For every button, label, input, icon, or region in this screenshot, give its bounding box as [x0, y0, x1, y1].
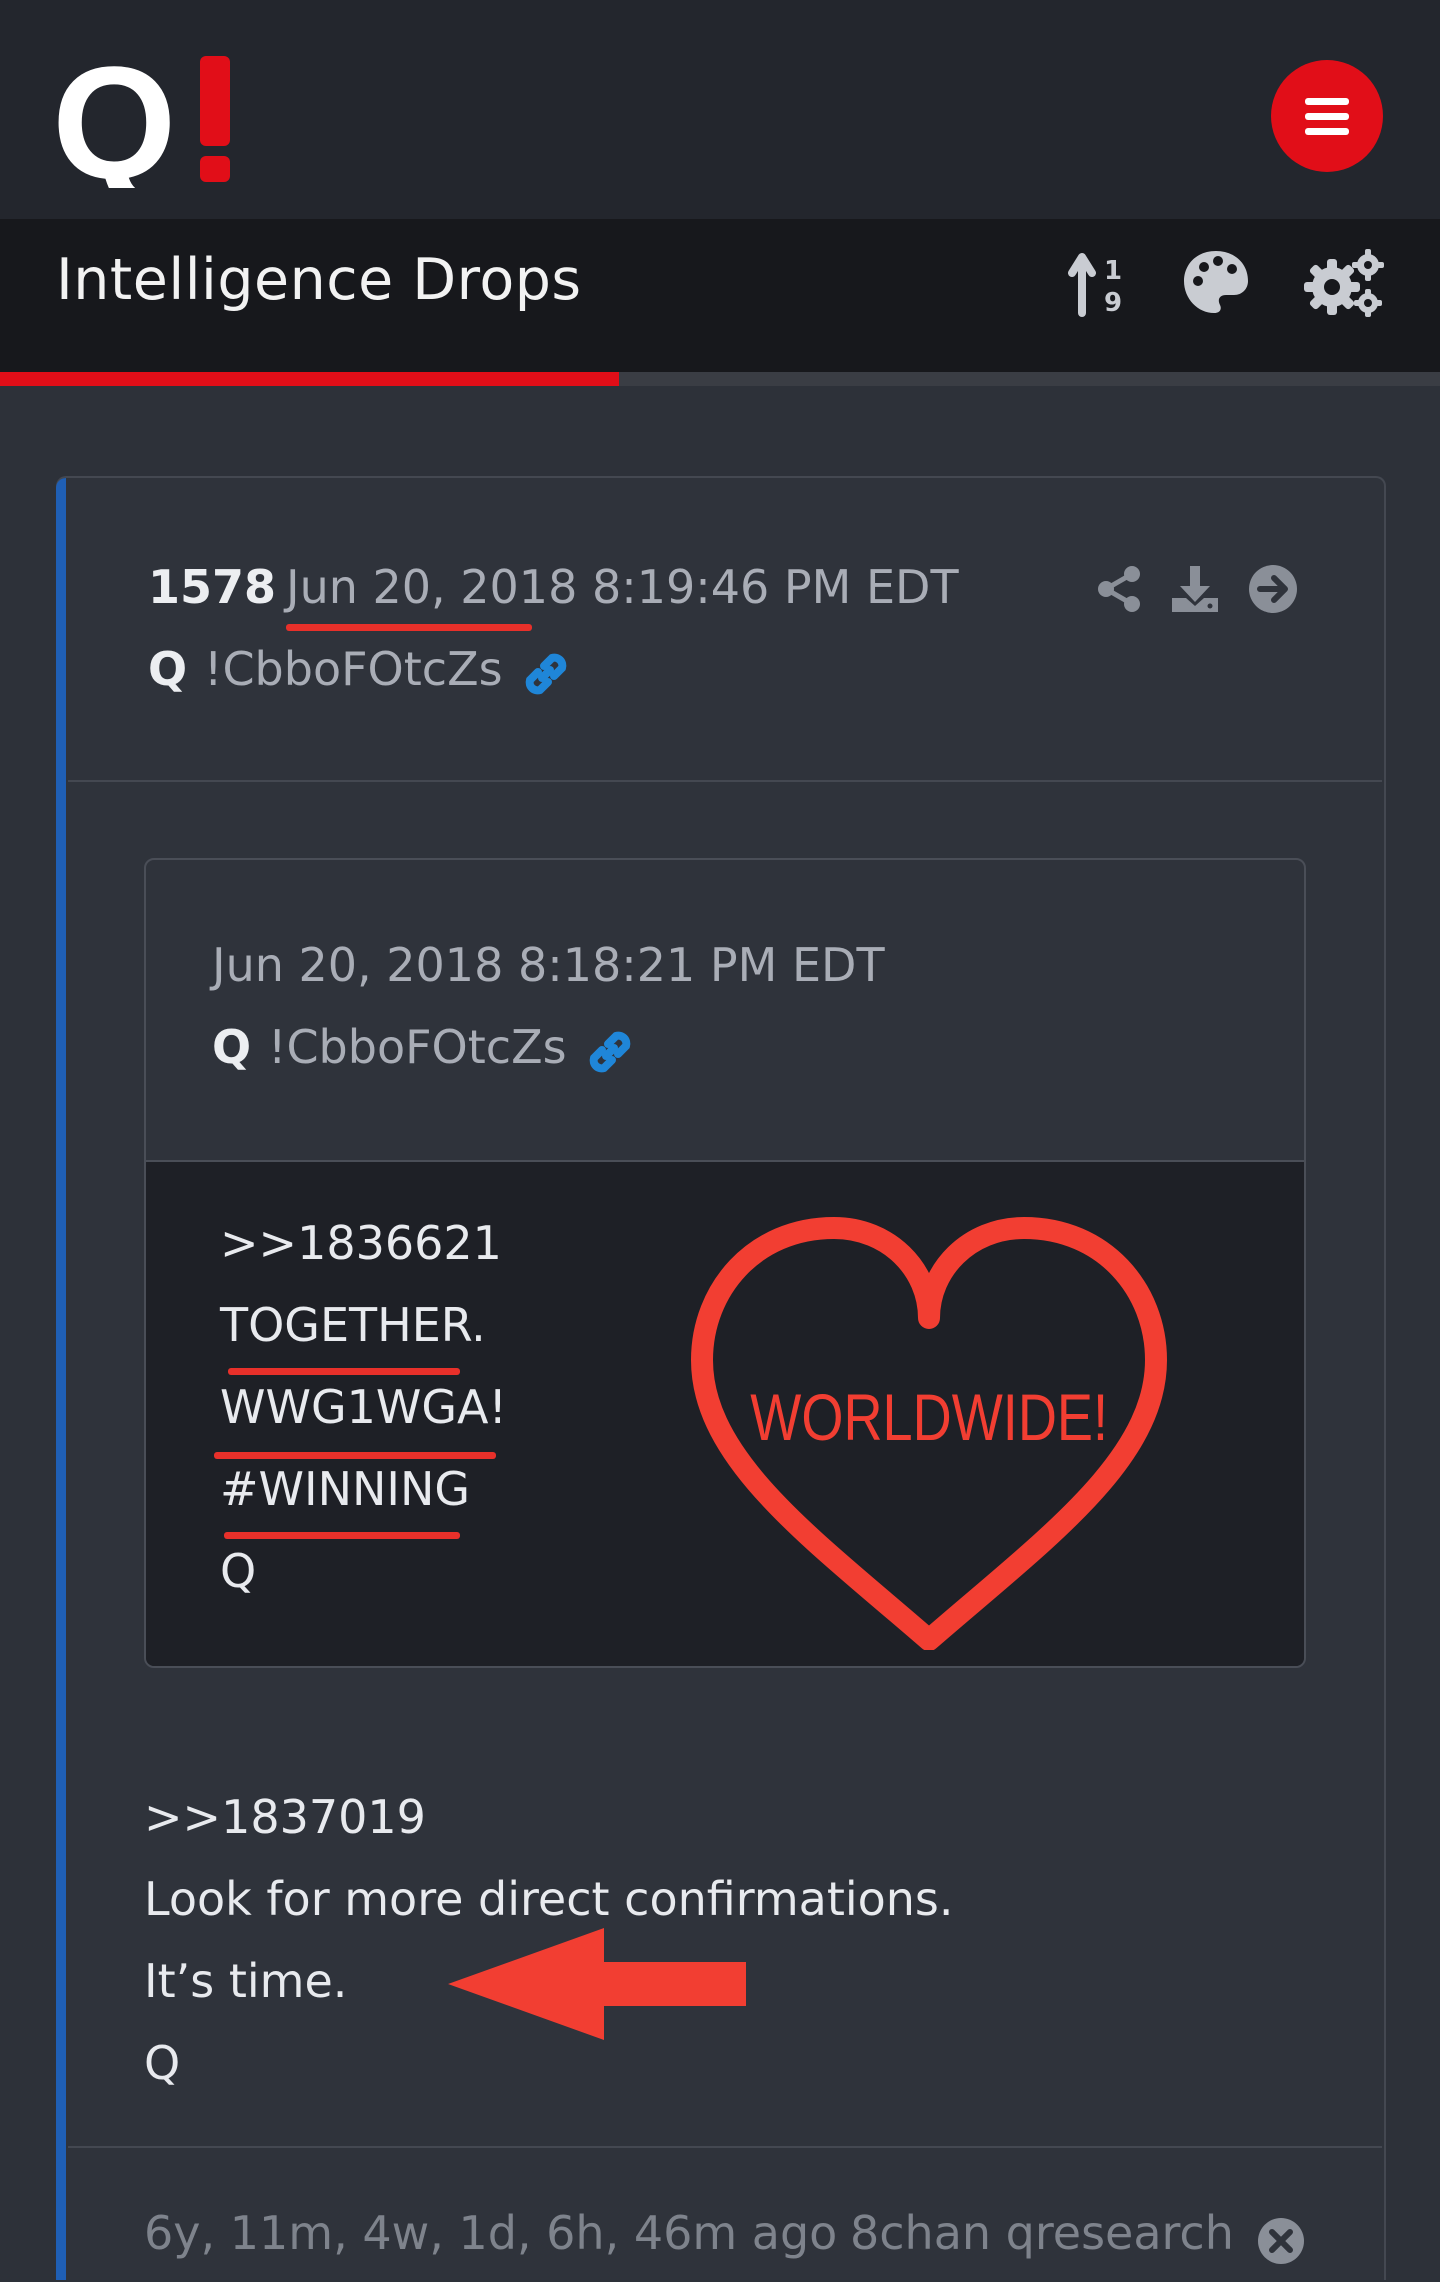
progress-fill — [0, 372, 620, 386]
hamburger-menu-icon — [1305, 94, 1349, 139]
download-icon[interactable] — [1168, 562, 1222, 616]
arrow-circle-right-icon[interactable] — [1246, 562, 1300, 616]
drop-author: Q — [148, 642, 188, 696]
drop-number: 1578 — [148, 560, 277, 614]
svg-text:9: 9 — [1104, 288, 1122, 318]
drop-header: 1578 Jun 20, 2018 8:19:46 PM EDT Q !Cbbo… — [68, 478, 1382, 782]
quoted-drop: Jun 20, 2018 8:18:21 PM EDT Q !CbboFOtcZ… — [144, 858, 1306, 1668]
drop-date: Jun 20, 2018 8:19:46 PM EDT — [286, 560, 959, 614]
message-line-reference[interactable]: >>1837019 — [144, 1790, 426, 1844]
quoted-line-signature: Q — [220, 1544, 257, 1598]
svg-text:1: 1 — [1104, 256, 1122, 286]
annotation-arrow — [448, 1928, 746, 2040]
card-accent-bar — [56, 478, 66, 2280]
drop-source[interactable]: 8chan qresearch — [850, 2206, 1234, 2260]
drop-age: 6y, 11m, 4w, 1d, 6h, 46m ago — [144, 2206, 838, 2260]
quoted-drop-author: Q — [212, 1020, 252, 1074]
drop-tripcode: !CbboFOtcZs — [204, 642, 503, 696]
q-logo[interactable]: Q — [52, 48, 242, 188]
worldwide-heart-image: WORLDWIDE! — [691, 1217, 1167, 1650]
quoted-line-together: TOGETHER. — [220, 1298, 486, 1352]
quoted-drop-body: >>1836621 TOGETHER. WWG1WGA! #WINNING Q … — [146, 1162, 1304, 1666]
close-circle-icon[interactable] — [1256, 2216, 1306, 2266]
share-icon[interactable] — [1092, 562, 1146, 616]
app-header: Q — [0, 0, 1440, 219]
quoted-line-wwg1wga: WWG1WGA! — [220, 1380, 507, 1434]
palette-icon[interactable] — [1180, 247, 1252, 319]
settings-gears-icon[interactable] — [1302, 247, 1386, 319]
winning-annotation-underline — [224, 1532, 460, 1539]
message-line-its-time: It’s time. — [144, 1954, 348, 2008]
page-title: Intelligence Drops — [56, 247, 582, 313]
quoted-drop-header: Jun 20, 2018 8:18:21 PM EDT Q !CbboFOtcZ… — [146, 860, 1304, 1162]
message-line-signature: Q — [144, 2036, 181, 2090]
quoted-line-reference[interactable]: >>1836621 — [220, 1216, 502, 1270]
sort-numeric-icon[interactable]: 1 9 — [1068, 247, 1140, 319]
date-annotation-underline — [286, 624, 532, 631]
menu-button[interactable] — [1271, 60, 1383, 172]
message-line-confirmations: Look for more direct confirmations. — [144, 1872, 954, 1926]
wwg1wga-annotation-underline — [214, 1452, 496, 1459]
together-annotation-underline — [228, 1368, 460, 1375]
heart-image-text: WORLDWIDE! — [750, 1380, 1108, 1454]
quoted-line-winning: #WINNING — [220, 1462, 471, 1516]
reading-progress-bar — [0, 372, 1440, 386]
link-icon[interactable] — [582, 1024, 638, 1080]
drop-footer: 6y, 11m, 4w, 1d, 6h, 46m ago 8chan qrese… — [68, 2146, 1382, 2282]
section-titlebar: Intelligence Drops 1 9 — [0, 219, 1440, 372]
quoted-drop-date: Jun 20, 2018 8:18:21 PM EDT — [212, 938, 885, 992]
link-icon[interactable] — [518, 646, 574, 702]
quoted-drop-tripcode: !CbboFOtcZs — [268, 1020, 567, 1074]
svg-text:Q: Q — [52, 48, 176, 188]
drop-card: 1578 Jun 20, 2018 8:19:46 PM EDT Q !Cbbo… — [56, 476, 1386, 2280]
